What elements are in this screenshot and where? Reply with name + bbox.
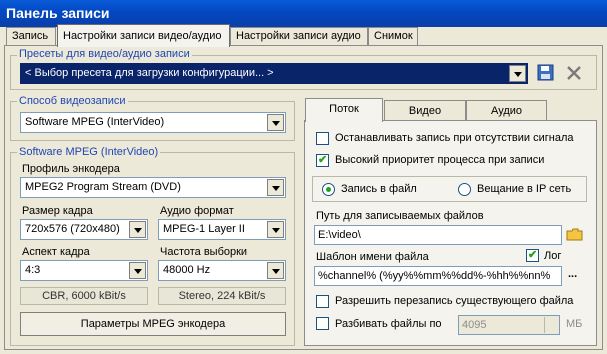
folder-icon[interactable] — [566, 226, 584, 244]
capture-method-select[interactable]: Software MPEG (InterVideo) — [20, 112, 286, 133]
tab-stream[interactable]: Поток — [305, 98, 383, 122]
encoder-profile-label: Профиль энкодера — [22, 163, 120, 175]
tab-record[interactable]: Запись — [6, 27, 56, 46]
sample-rate-value: 48000 Hz — [163, 264, 211, 276]
chevron-down-icon[interactable] — [509, 65, 526, 82]
filename-template-input[interactable]: %channel% (%yy%%mm%%dd%-%hh%%nn% — [314, 266, 562, 286]
aspect-value: 4:3 — [25, 264, 41, 276]
frame-size-label: Размер кадра — [22, 205, 93, 217]
chevron-down-icon[interactable] — [267, 221, 284, 238]
tab-snapshot[interactable]: Снимок — [368, 27, 418, 46]
high-priority-label: Высокий приоритет процесса при записи — [335, 154, 545, 166]
audio-format-label: Аудио формат — [160, 205, 234, 217]
encoder-profile-select[interactable]: MPEG2 Program Stream (DVD) — [20, 177, 286, 198]
preset-select[interactable]: < Выбор пресета для загрузки конфигураци… — [20, 63, 528, 84]
preset-select-value: < Выбор пресета для загрузки конфигураци… — [25, 67, 274, 79]
software-mpeg-legend: Software MPEG (InterVideo) — [17, 146, 161, 158]
stop-on-no-signal-label: Останавливать запись при отсутствии сигн… — [335, 132, 574, 144]
delete-preset-icon[interactable] — [564, 63, 584, 83]
frame-size-select[interactable]: 720x576 (720x480) — [20, 219, 148, 240]
split-size-spinner[interactable] — [544, 317, 558, 333]
allow-overwrite-label: Разрешить перезапись существующего файла — [335, 295, 574, 307]
sample-rate-label: Частота выборки — [160, 246, 248, 258]
stop-on-no-signal-checkbox[interactable] — [316, 132, 329, 145]
aspect-label: Аспект кадра — [22, 246, 90, 258]
tab-video-audio-settings[interactable]: Настройки записи видео/аудио — [57, 24, 230, 47]
record-to-file-radio[interactable] — [322, 183, 335, 196]
chevron-down-icon[interactable] — [267, 114, 284, 131]
broadcast-ip-radio[interactable] — [458, 183, 471, 196]
split-size-value: 4095 — [462, 319, 487, 331]
video-bitrate-status: CBR, 6000 kBit/s — [20, 287, 148, 305]
audio-format-select[interactable]: MPEG-1 Layer II — [158, 219, 286, 240]
frame-size-value: 720x576 (720x480) — [25, 223, 120, 235]
mpeg-encoder-params-button[interactable]: Параметры MPEG энкодера — [20, 312, 286, 336]
template-options-button[interactable]: ... — [568, 268, 577, 281]
audio-bitrate-status: Stereo, 224 kBit/s — [158, 287, 286, 305]
window-title: Панель записи — [0, 0, 607, 27]
presets-legend: Пресеты для видео/аудио записи — [17, 48, 192, 60]
record-to-file-label: Запись в файл — [341, 183, 417, 195]
chevron-down-icon[interactable] — [267, 179, 284, 196]
capture-method-legend: Способ видеозаписи — [17, 95, 128, 107]
high-priority-checkbox[interactable] — [316, 153, 329, 167]
sample-rate-select[interactable]: 48000 Hz — [158, 260, 286, 281]
tab-audio-settings[interactable]: Настройки записи аудио — [230, 27, 368, 46]
filename-template-label: Шаблон имени файла — [316, 251, 429, 263]
log-checkbox[interactable] — [526, 248, 539, 262]
recording-path-label: Путь для записываемых файлов — [316, 210, 484, 222]
tab-audio[interactable]: Аудио — [466, 100, 547, 121]
allow-overwrite-checkbox[interactable] — [316, 295, 329, 308]
aspect-select[interactable]: 4:3 — [20, 260, 148, 281]
chevron-down-icon[interactable] — [267, 262, 284, 279]
recording-path-input[interactable]: E:\video\ — [314, 225, 562, 245]
split-size-input[interactable]: 4095 — [458, 315, 560, 335]
split-files-label: Разбивать файлы по — [335, 318, 442, 330]
capture-method-value: Software MPEG (InterVideo) — [25, 116, 165, 128]
tab-video[interactable]: Видео — [384, 100, 466, 121]
save-preset-icon[interactable] — [536, 63, 556, 83]
log-label: Лог — [544, 250, 562, 262]
split-size-unit: МБ — [566, 318, 583, 330]
broadcast-ip-label: Вещание в IP сеть — [477, 183, 572, 195]
chevron-down-icon[interactable] — [129, 262, 146, 279]
split-files-checkbox[interactable] — [316, 317, 329, 330]
audio-format-value: MPEG-1 Layer II — [163, 223, 245, 235]
chevron-down-icon[interactable] — [129, 221, 146, 238]
encoder-profile-value: MPEG2 Program Stream (DVD) — [25, 181, 181, 193]
